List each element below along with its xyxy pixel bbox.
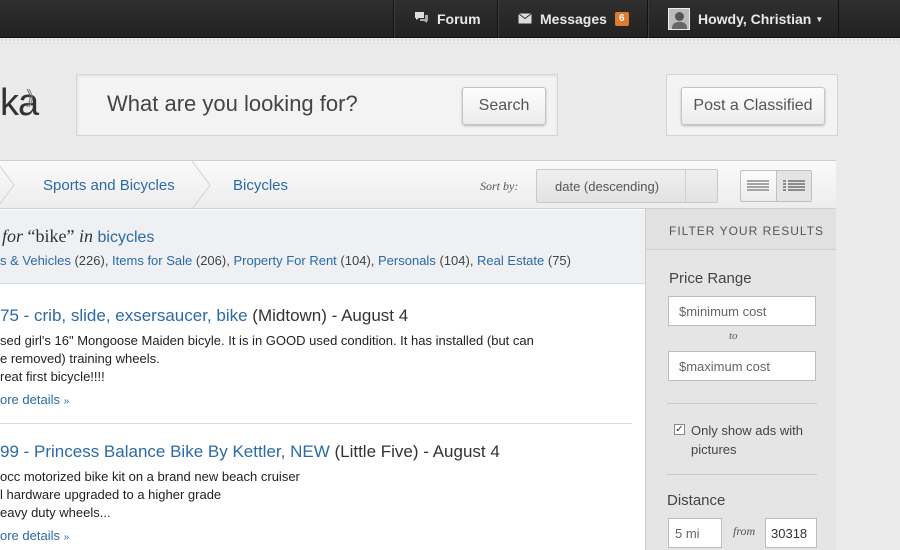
description-line: l hardware upgraded to a higher grade (0, 487, 222, 502)
detail-view-button[interactable] (775, 171, 811, 201)
category-link[interactable]: Personals (378, 253, 436, 268)
more-details-link[interactable]: ore details » (0, 528, 69, 543)
listing-location-date: (Midtown) - August 4 (247, 306, 409, 325)
breadcrumb: Sports and Bicycles Bicycles Sort by: da… (0, 161, 836, 209)
description-line: sed girl's 16" Mongoose Maiden bicyle. I… (0, 333, 534, 348)
messages-label: Messages (540, 11, 607, 27)
listing-title: 75 - crib, slide, exsersaucer, bike (Mid… (0, 306, 640, 326)
distance-value: 5 mi (675, 526, 700, 541)
compact-view-button[interactable] (741, 171, 776, 201)
post-classified-container: Post a Classified (666, 74, 838, 136)
category-count: (226) (74, 253, 105, 268)
post-classified-button[interactable]: Post a Classified (681, 87, 825, 125)
category-link[interactable]: Property For Rent (233, 253, 336, 268)
breadcrumb-separator-icon (0, 165, 15, 205)
sort-select[interactable]: date (descending) (536, 169, 718, 203)
search-input[interactable] (107, 91, 447, 117)
listing-location-date: (Little Five) - August 4 (329, 442, 500, 461)
category-count: (206) (195, 253, 227, 268)
zip-code-input[interactable] (765, 518, 817, 548)
search-button[interactable]: Search (462, 87, 546, 125)
breadcrumb-sports-and-bicycles[interactable]: Sports and Bicycles (43, 161, 175, 209)
breadcrumb-bicycles[interactable]: Bicycles (233, 161, 288, 209)
category-link[interactable]: s & Vehicles (0, 253, 71, 268)
forum-icon (414, 11, 429, 27)
select-arrow-icon (685, 170, 717, 202)
chevron-down-icon: ▼ (815, 14, 824, 24)
category-counts: s & Vehicles (226), Items for Sale (206)… (0, 253, 571, 268)
category-link[interactable]: Real Estate (477, 253, 544, 268)
to-label: to (729, 330, 738, 342)
list-view-icon (747, 180, 770, 191)
header-dotted-border (0, 38, 900, 44)
avatar (668, 8, 690, 30)
min-price-input[interactable] (668, 296, 816, 326)
messages-count-badge: 6 (614, 12, 629, 26)
breadcrumb-separator-icon (191, 161, 211, 209)
list-item: 99 - Princess Balance Bike By Kettler, N… (0, 442, 640, 545)
sort-value: date (descending) (555, 179, 660, 194)
listing-description: sed girl's 16" Mongoose Maiden bicyle. I… (0, 332, 640, 386)
filter-divider (667, 474, 817, 475)
category-count: (104) (439, 253, 470, 268)
filter-sidebar: FILTER YOUR RESULTS Price Range to ✓ Onl… (645, 209, 836, 550)
distance-select[interactable]: 5 mi (668, 518, 722, 548)
results-summary: for “bike” in bicycles (0, 210, 645, 284)
logo-swoosh-icon (26, 88, 33, 108)
detail-view-icon (782, 180, 805, 191)
user-greeting: Howdy, Christian (698, 11, 812, 27)
description-line: occ motorized bike kit on a brand new be… (0, 469, 300, 484)
listing-link[interactable]: 99 - Princess Balance Bike By Kettler, N… (0, 442, 330, 461)
results-in-word: in (78, 226, 93, 246)
category-count: (104) (340, 253, 371, 268)
double-chevron-down-icon: » (63, 396, 70, 407)
double-chevron-down-icon: » (63, 532, 70, 543)
top-nav-bar: Forum Messages 6 Howdy, Christian ▼ (0, 0, 900, 38)
filter-divider (667, 403, 817, 404)
view-toggle (740, 170, 812, 202)
max-price-input[interactable] (668, 351, 816, 381)
more-details-label: ore details (0, 528, 60, 543)
listing-divider (0, 423, 632, 424)
envelope-icon (518, 11, 532, 27)
description-line: reat first bicycle!!!! (0, 369, 105, 384)
listing-description: occ motorized bike kit on a brand new be… (0, 468, 640, 522)
results-prefix: for (2, 226, 24, 246)
listing-link[interactable]: 75 - crib, slide, exsersaucer, bike (0, 306, 248, 325)
from-label: from (733, 524, 756, 538)
more-details-link[interactable]: ore details » (0, 392, 69, 407)
nav-forum[interactable]: Forum (393, 0, 498, 38)
results-query: “bike” (27, 226, 75, 246)
description-line: e removed) training wheels. (0, 351, 160, 366)
category-count: (75) (547, 253, 571, 268)
user-menu[interactable]: Howdy, Christian ▼ (647, 0, 839, 38)
sort-label: Sort by: (480, 179, 519, 193)
description-line: eavy duty wheels... (0, 505, 111, 520)
results-heading: for “bike” in bicycles (2, 226, 154, 247)
price-range-label: Price Range (669, 270, 752, 287)
more-details-label: ore details (0, 392, 60, 407)
listing-title: 99 - Princess Balance Bike By Kettler, N… (0, 442, 640, 462)
forum-label: Forum (437, 11, 481, 27)
search-bar: Search (76, 74, 558, 136)
pictures-checkbox[interactable]: ✓ (674, 424, 685, 435)
list-item: 75 - crib, slide, exsersaucer, bike (Mid… (0, 306, 640, 409)
distance-label: Distance (667, 492, 726, 509)
filter-heading: FILTER YOUR RESULTS (646, 209, 836, 250)
pictures-checkbox-label[interactable]: Only show ads with pictures (691, 421, 821, 459)
results-category-link[interactable]: bicycles (98, 229, 155, 246)
nav-messages[interactable]: Messages 6 (497, 0, 647, 38)
category-link[interactable]: Items for Sale (112, 253, 192, 268)
